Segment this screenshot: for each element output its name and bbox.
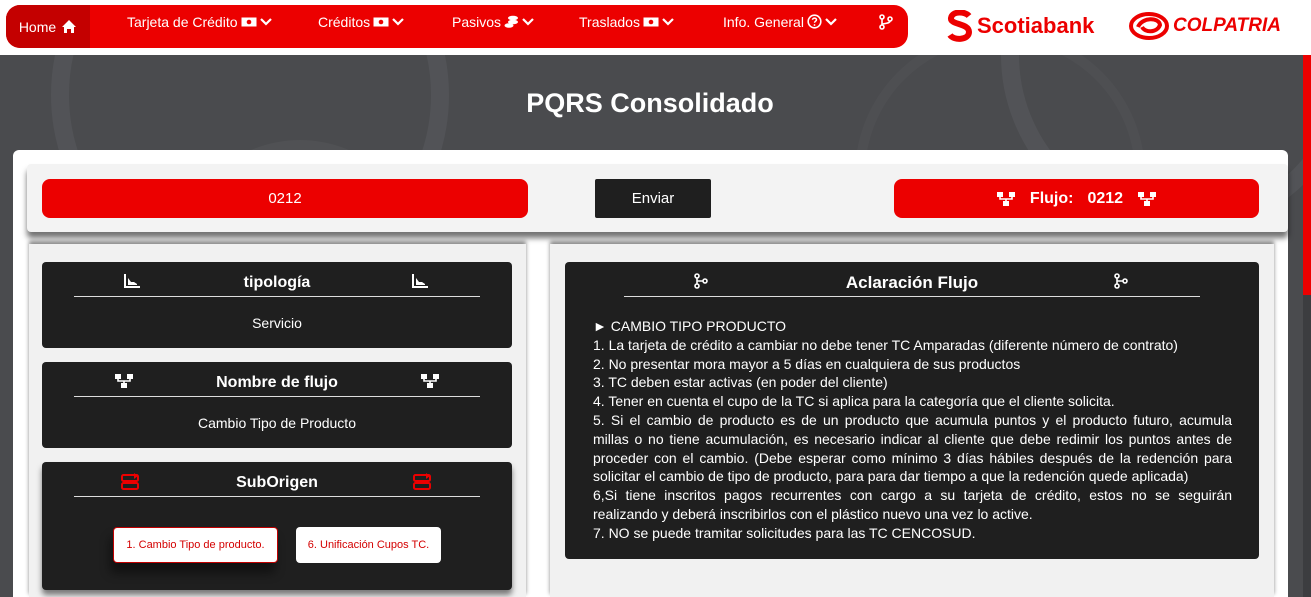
suborigen-title: SubOrigen (236, 474, 318, 491)
home-icon (62, 20, 77, 33)
money-icon (643, 17, 659, 26)
tipologia-title: tipología (243, 274, 311, 291)
flow-code-input[interactable] (42, 179, 528, 218)
aclaracion-header: Aclaración Flujo (565, 270, 1259, 296)
money-icon (241, 17, 257, 26)
branch-icon (1114, 273, 1128, 289)
divider (624, 296, 1200, 297)
sitemap-icon (115, 374, 133, 388)
suborigen-card: SubOrigen (42, 462, 512, 590)
chart-area-icon (124, 274, 140, 288)
divider (74, 296, 480, 297)
question-circle-icon (807, 14, 822, 29)
aclaracion-line: 6,Si tiene inscritos pagos recurrentes c… (593, 487, 1232, 522)
nombre-flujo-header: Nombre de flujo (42, 370, 512, 396)
flow-label: Flujo: (1029, 189, 1074, 207)
nav-creditos[interactable]: Créditos (318, 0, 404, 43)
colpatria-text: COLPATRIA (1173, 15, 1282, 36)
chevron-down-icon (259, 17, 272, 26)
sitemap-icon (1138, 191, 1157, 206)
chart-area-icon (412, 274, 428, 288)
nombre-flujo-title: Nombre de flujo (216, 374, 338, 391)
nav-info-general[interactable]: Info. General (723, 0, 837, 43)
suborigen-option-unificacion-cupos[interactable]: 6. Unificación Cupos TC. (296, 527, 441, 563)
send-button[interactable]: Enviar (595, 179, 711, 218)
divider (74, 496, 480, 497)
money-icon (373, 17, 389, 26)
aclaracion-line: 5. Si el cambio de producto es de un pro… (593, 411, 1232, 485)
nav-traslados-label: Traslados (579, 13, 640, 30)
flow-value: 0212 (1087, 189, 1124, 207)
colpatria-logo: COLPATRIA (1129, 9, 1281, 43)
nav-tarjeta-credito-label: Tarjeta de Crédito (127, 13, 238, 30)
exchange-icon (413, 473, 431, 490)
scrollbar-thumb[interactable] (1303, 55, 1311, 295)
nav-creditos-label: Créditos (318, 13, 371, 30)
sitemap-icon (421, 374, 439, 388)
page-title: PQRS Consolidado (526, 88, 774, 118)
branch-icon (879, 13, 893, 30)
nav-tarjeta-credito[interactable]: Tarjeta de Crédito (127, 0, 272, 43)
nombre-flujo-value: Cambio Tipo de Producto (198, 415, 356, 431)
coins-icon (504, 15, 519, 28)
nav-home-label: Home (18, 18, 57, 35)
nav-flow-button[interactable] (879, 0, 893, 43)
chevron-down-icon (662, 17, 674, 26)
tipologia-header: tipología (42, 270, 512, 296)
aclaracion-line: 3. TC deben estar activas (en poder del … (593, 374, 888, 391)
aclaracion-line: 7. NO se puede tramitar solicitudes para… (593, 524, 976, 541)
aclaracion-line: 1. La tarjeta de crédito a cambiar no de… (593, 336, 1178, 353)
scotiabank-logo: Scotiabank (947, 9, 1094, 43)
sitemap-icon (996, 191, 1015, 206)
top-bar: Home Tarjeta de Crédito Créditos Pasivos… (0, 0, 1311, 55)
chevron-down-icon (522, 17, 534, 26)
suborigen-header: SubOrigen (42, 470, 512, 496)
aclaracion-text: ► CAMBIO TIPO PRODUCTO 1. La tarjeta de … (593, 317, 1232, 543)
divider (74, 396, 480, 397)
nav-pasivos-label: Pasivos (452, 13, 502, 30)
exchange-icon (121, 473, 139, 490)
colpatria-swirl-icon (1129, 12, 1169, 40)
nav-home[interactable]: Home (6, 5, 90, 48)
scotiabank-s-icon (947, 10, 973, 42)
tipologia-card: tipología Servicio (42, 262, 512, 348)
aclaracion-line: ► CAMBIO TIPO PRODUCTO (593, 318, 787, 334)
nombre-flujo-card: Nombre de flujo Cambio Tipo de Producto (42, 362, 512, 448)
nav-pasivos[interactable]: Pasivos (452, 0, 534, 43)
aclaracion-line: 4. Tener en cuenta el cupo de la TC si a… (593, 393, 1115, 410)
nav-info-general-label: Info. General (723, 13, 804, 30)
scotiabank-text: Scotiabank (977, 13, 1095, 38)
aclaracion-line: 2. No presentar mora mayor a 5 días en c… (593, 355, 1021, 372)
aclaracion-title: Aclaración Flujo (845, 273, 979, 292)
flow-indicator: Flujo: 0212 (894, 179, 1259, 218)
chevron-down-icon (392, 17, 404, 26)
chevron-down-icon (825, 17, 837, 26)
suborigen-option-cambio-tipo[interactable]: 1. Cambio Tipo de producto. (113, 527, 278, 563)
nav-traslados[interactable]: Traslados (579, 0, 674, 43)
branch-icon (694, 273, 708, 289)
tipologia-value: Servicio (252, 315, 302, 331)
